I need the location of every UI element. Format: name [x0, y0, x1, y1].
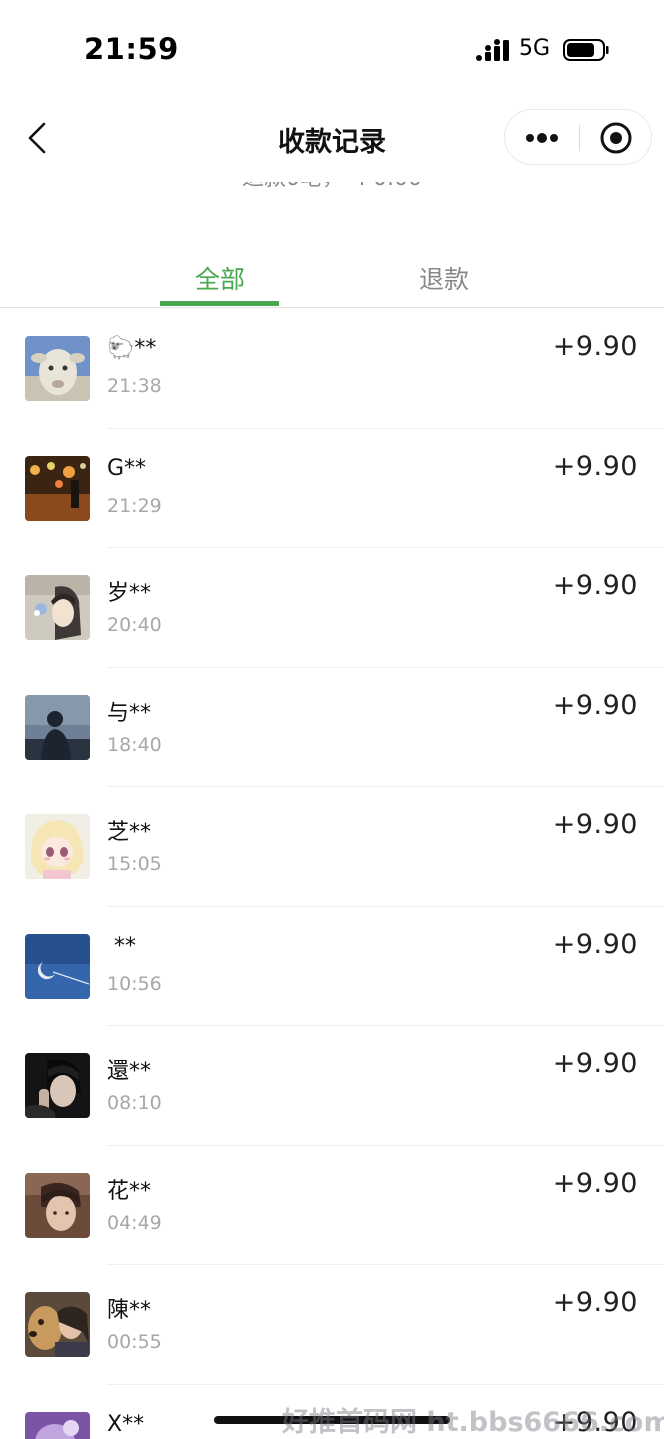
payment-amount: +9.90 — [552, 1167, 638, 1199]
payment-time: 21:38 — [107, 375, 162, 397]
payment-amount: +9.90 — [552, 689, 638, 721]
payment-time: 20:40 — [107, 614, 162, 636]
status-bar: 21:59 5G — [0, 0, 664, 96]
active-tab-indicator — [160, 301, 279, 306]
payment-time: 18:40 — [107, 733, 162, 756]
battery-icon — [563, 39, 609, 61]
watermark-text: 好推首码网 ht.bbs6666.com — [282, 1407, 664, 1438]
nav-bar: 收款记录 — [0, 96, 664, 182]
payer-name: 芝** — [107, 820, 152, 845]
payment-time: 15:05 — [107, 853, 162, 875]
status-time: 21:59 — [84, 32, 179, 66]
payment-amount: +9.90 — [552, 809, 638, 840]
payment-record-list: 🐑** 21:38 +9.90 G** 21:29 +9.90 岁** 20:4… — [0, 309, 664, 1439]
avatar — [25, 336, 90, 401]
payer-name: 還** — [107, 1059, 152, 1084]
payer-name: 与** — [107, 700, 152, 726]
close-target-icon[interactable] — [599, 121, 633, 155]
list-item[interactable]: 岁** 20:40 +9.90 — [0, 548, 664, 668]
avatar — [25, 694, 90, 760]
list-item[interactable]: G** 21:29 +9.90 — [0, 429, 664, 548]
payment-time: 00:55 — [107, 1331, 162, 1353]
payer-name: 花** — [107, 1178, 152, 1204]
avatar — [25, 814, 90, 879]
avatar — [25, 1053, 90, 1118]
avatar — [25, 933, 90, 999]
list-item[interactable]: ** 10:56 +9.90 — [0, 907, 664, 1026]
list-item[interactable]: 陳** 00:55 +9.90 — [0, 1265, 664, 1385]
payer-name: G** — [107, 455, 147, 481]
avatar — [25, 1411, 90, 1439]
list-item[interactable]: 還** 08:10 +9.90 — [0, 1026, 664, 1146]
payment-amount: +9.90 — [552, 1287, 638, 1318]
payer-name: 岁** — [107, 581, 152, 606]
payer-name: ** — [107, 933, 136, 959]
tab-bar: 全部 退款 — [0, 240, 664, 308]
payment-time: 04:49 — [107, 1211, 162, 1234]
payment-amount: +9.90 — [552, 570, 638, 601]
avatar — [25, 455, 90, 521]
payment-amount: +9.90 — [552, 450, 638, 482]
list-item[interactable]: 🐑** 21:38 +9.90 — [0, 309, 664, 429]
payment-amount: +9.90 — [552, 928, 638, 960]
list-item[interactable]: 花** 04:49 +9.90 — [0, 1146, 664, 1265]
list-item[interactable]: 与** 18:40 +9.90 — [0, 668, 664, 787]
capsule-divider — [579, 125, 580, 151]
network-label: 5G — [519, 36, 551, 61]
avatar — [25, 1172, 90, 1238]
payment-amount: +9.90 — [552, 1048, 638, 1079]
payer-name: 陳** — [107, 1298, 152, 1323]
mini-program-capsule — [504, 109, 652, 165]
avatar — [25, 575, 90, 640]
more-icon[interactable] — [525, 126, 559, 150]
avatar — [25, 1292, 90, 1357]
list-item[interactable]: 芝** 15:05 +9.90 — [0, 787, 664, 907]
signal-icon — [476, 39, 509, 61]
payer-name: X** — [107, 1411, 145, 1437]
tab-all[interactable]: 全部 — [160, 260, 280, 296]
payment-time: 08:10 — [107, 1092, 162, 1114]
payment-time: 10:56 — [107, 972, 162, 995]
payer-name: 🐑** — [107, 336, 157, 361]
payment-time: 21:29 — [107, 494, 162, 517]
tab-refund[interactable]: 退款 — [384, 260, 504, 296]
payment-amount: +9.90 — [552, 331, 638, 362]
